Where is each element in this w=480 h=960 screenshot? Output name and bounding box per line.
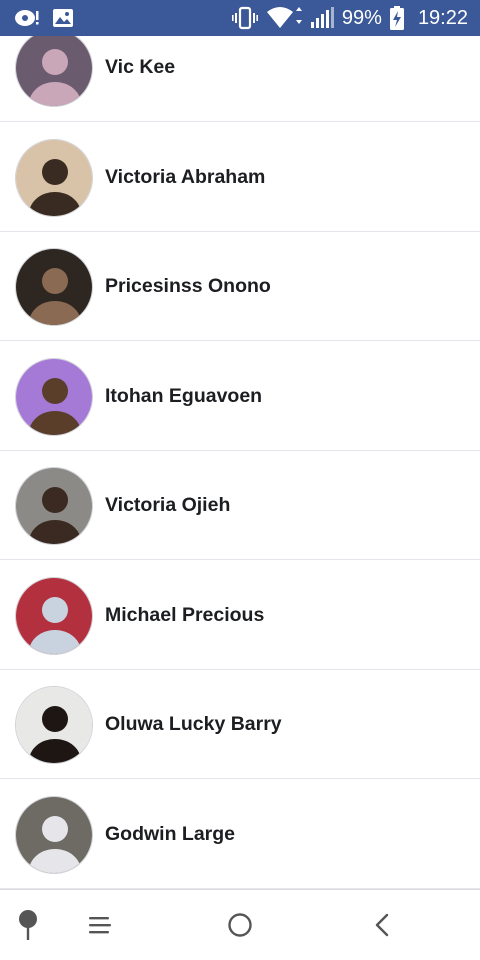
wifi-icon xyxy=(266,6,302,30)
menu-icon[interactable] xyxy=(80,890,120,960)
avatar[interactable] xyxy=(15,138,93,217)
notification-icon xyxy=(14,8,40,28)
battery-charging-icon xyxy=(389,6,404,30)
friend-list-item[interactable]: Godwin Large xyxy=(0,780,480,889)
avatar[interactable] xyxy=(15,576,93,655)
friend-list-item[interactable]: Itohan Eguavoen xyxy=(0,342,480,451)
friend-list[interactable]: Vic Kee Victoria Abraham Pricesinss Onono I… xyxy=(0,36,480,889)
friend-list-item[interactable]: Pricesinss Onono xyxy=(0,232,480,341)
avatar[interactable] xyxy=(15,467,93,545)
avatar[interactable] xyxy=(15,686,93,764)
friend-name[interactable]: Victoria Ojieh xyxy=(105,451,230,559)
avatar[interactable] xyxy=(15,248,93,326)
friend-name[interactable]: Godwin Large xyxy=(105,780,235,888)
friend-name[interactable]: Oluwa Lucky Barry xyxy=(105,670,282,778)
friend-name[interactable]: Michael Precious xyxy=(105,561,264,669)
gallery-icon xyxy=(52,8,74,28)
friend-list-item[interactable]: Oluwa Lucky Barry xyxy=(0,670,480,779)
friend-list-item[interactable]: Vic Kee xyxy=(0,36,480,122)
battery-percent: 99% xyxy=(341,6,382,29)
home-icon[interactable] xyxy=(219,890,261,960)
signal-icon xyxy=(310,7,334,29)
navigation-bar xyxy=(0,889,480,960)
friend-list-item[interactable]: Victoria Abraham xyxy=(0,123,480,232)
clock: 19:22 xyxy=(417,6,468,29)
friend-name[interactable]: Itohan Eguavoen xyxy=(105,342,262,450)
pin-icon[interactable] xyxy=(8,890,48,960)
friend-list-item[interactable]: Victoria Ojieh xyxy=(0,451,480,560)
friend-name[interactable]: Vic Kee xyxy=(105,36,175,121)
vibrate-icon xyxy=(231,6,258,30)
avatar[interactable] xyxy=(15,795,93,874)
avatar[interactable] xyxy=(15,357,93,436)
status-bar: 99% 19:22 xyxy=(0,0,480,36)
friend-name[interactable]: Pricesinss Onono xyxy=(105,232,271,340)
friend-name[interactable]: Victoria Abraham xyxy=(105,123,265,231)
avatar[interactable] xyxy=(15,36,93,107)
back-icon[interactable] xyxy=(362,890,402,960)
friend-list-item[interactable]: Michael Precious xyxy=(0,561,480,670)
